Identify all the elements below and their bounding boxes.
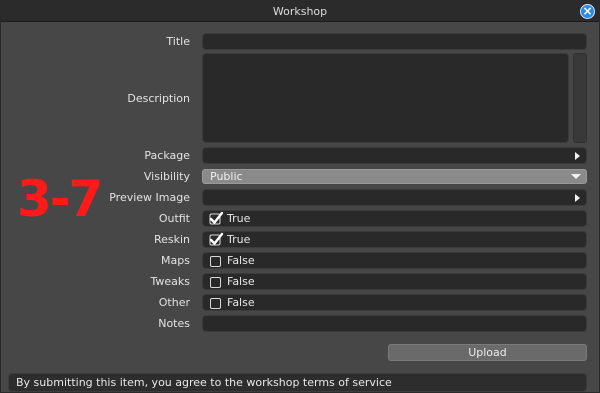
preview-image-label: Preview Image — [109, 191, 190, 204]
outfit-toggle[interactable]: True — [202, 210, 587, 227]
maps-toggle[interactable]: False — [202, 252, 587, 269]
package-label: Package — [144, 149, 190, 162]
outfit-label: Outfit — [158, 212, 190, 225]
empty-checkbox-icon — [210, 298, 221, 309]
notes-input[interactable] — [202, 315, 587, 332]
tweaks-label: Tweaks — [150, 275, 190, 288]
close-button[interactable]: × — [580, 4, 595, 19]
arrow-right-icon — [575, 194, 580, 202]
upload-button[interactable]: Upload — [388, 344, 587, 361]
tweaks-value: False — [227, 275, 255, 288]
chevron-down-icon — [571, 174, 581, 179]
title-label: Title — [166, 35, 190, 48]
visibility-select[interactable]: Public — [202, 169, 587, 184]
tweaks-toggle[interactable]: False — [202, 273, 587, 290]
reskin-value: True — [227, 233, 251, 246]
package-field[interactable] — [202, 147, 587, 164]
maps-label: Maps — [161, 254, 190, 267]
checkmark-icon — [209, 232, 224, 246]
empty-checkbox-icon — [210, 256, 221, 267]
checkmark-icon — [209, 211, 224, 225]
title-input[interactable] — [202, 33, 587, 50]
step-range-overlay: 3-7 — [17, 170, 103, 228]
description-textarea[interactable] — [202, 53, 569, 143]
other-label: Other — [158, 296, 190, 309]
notes-label: Notes — [158, 317, 190, 330]
arrow-right-icon — [575, 152, 580, 160]
other-value: False — [227, 296, 255, 309]
visibility-label: Visibility — [143, 170, 190, 183]
window-title: Workshop — [272, 5, 328, 18]
preview-image-field[interactable] — [202, 189, 587, 206]
description-label: Description — [127, 92, 190, 105]
workshop-window: Workshop × Title Description Package Vis… — [0, 0, 600, 393]
description-scrollbar[interactable] — [573, 53, 587, 143]
reskin-toggle[interactable]: True — [202, 231, 587, 248]
terms-notice: By submitting this item, you agree to th… — [8, 373, 587, 392]
other-toggle[interactable]: False — [202, 294, 587, 311]
empty-checkbox-icon — [210, 277, 221, 288]
reskin-label: Reskin — [153, 233, 190, 246]
visibility-value: Public — [210, 170, 243, 183]
maps-value: False — [227, 254, 255, 267]
close-icon: × — [582, 4, 593, 18]
title-bar: Workshop — [1, 1, 599, 22]
outfit-value: True — [227, 212, 251, 225]
